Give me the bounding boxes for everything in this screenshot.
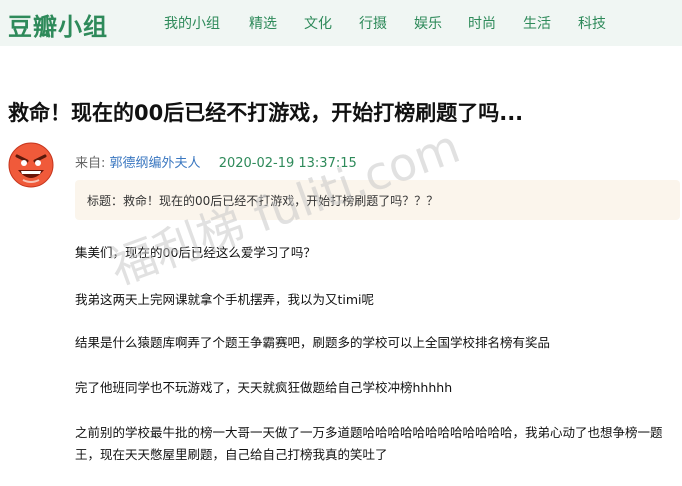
title-quote-box: 标题：救命！现在的00后已经不打游戏，开始打榜刷题了吗？？？ bbox=[75, 180, 680, 220]
nav-item-culture[interactable]: 文化 bbox=[304, 13, 332, 33]
nav-item-entertainment[interactable]: 娱乐 bbox=[414, 13, 442, 33]
post-timestamp: 2020-02-19 13:37:15 bbox=[218, 156, 357, 171]
quote-text: 标题：救命！现在的00后已经不打游戏，开始打榜刷题了吗？？？ bbox=[87, 194, 439, 208]
nav-item-featured[interactable]: 精选 bbox=[249, 13, 277, 33]
post-paragraph: 我弟这两天上完网课就拿个手机摆弄，我以为又timi呢 bbox=[75, 292, 375, 307]
nav-item-my-groups[interactable]: 我的小组 bbox=[164, 13, 220, 33]
site-logo[interactable]: 豆瓣小组 bbox=[8, 7, 108, 42]
author-avatar[interactable] bbox=[8, 142, 54, 188]
from-label: 来自: bbox=[75, 156, 106, 171]
nav-item-photo-travel[interactable]: 行摄 bbox=[359, 13, 387, 33]
post-title: 救命！现在的00后已经不打游戏，开始打榜刷题了吗... bbox=[8, 101, 524, 125]
nav-item-fashion[interactable]: 时尚 bbox=[468, 13, 496, 33]
top-navbar: 豆瓣小组 我的小组 精选 文化 行摄 娱乐 时尚 生活 科技 bbox=[0, 0, 682, 46]
post-meta: 来自: 郭德纲编外夫人 2020-02-19 13:37:15 bbox=[75, 152, 357, 171]
nav-item-tech[interactable]: 科技 bbox=[578, 13, 606, 33]
post-paragraph: 之前别的学校最牛批的榜一大哥一天做了一万多道题哈哈哈哈哈哈哈哈哈哈哈哈，我弟心动… bbox=[75, 425, 663, 462]
post-paragraph: 完了他班同学也不玩游戏了，天天就疯狂做题给自己学校冲榜hhhhh bbox=[75, 380, 453, 395]
angry-face-icon bbox=[8, 142, 54, 188]
post-paragraph: 集美们，现在的00后已经这么爱学习了吗？ bbox=[75, 245, 316, 260]
author-link[interactable]: 郭德纲编外夫人 bbox=[110, 156, 201, 171]
post-paragraph: 结果是什么猿题库啊弄了个题王争霸赛吧，刷题多的学校可以上全国学校排名榜有奖品 bbox=[75, 335, 551, 350]
nav-item-life[interactable]: 生活 bbox=[523, 13, 551, 33]
